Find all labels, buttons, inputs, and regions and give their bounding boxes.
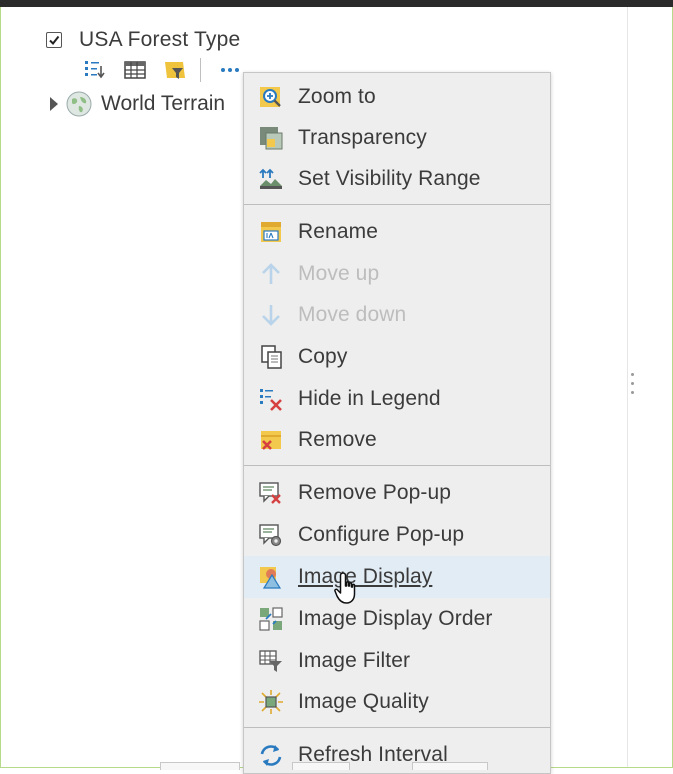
menu-item-copy[interactable]: Copy xyxy=(244,337,550,377)
layer-title[interactable]: USA Forest Type xyxy=(79,28,240,52)
menu-item-label: Move up xyxy=(298,262,380,285)
image-display-icon xyxy=(257,563,285,591)
menu-item-label: Hide in Legend xyxy=(298,387,441,410)
menu-item-label: Rename xyxy=(298,220,378,243)
globe-icon xyxy=(66,91,92,117)
filter-icon[interactable] xyxy=(162,57,188,83)
checkmark-icon xyxy=(49,35,60,46)
menu-item-label: Transparency xyxy=(298,126,427,149)
expand-arrow-icon[interactable] xyxy=(50,97,58,111)
menu-item-zoom-to[interactable]: Zoom to xyxy=(244,77,550,117)
copy-icon xyxy=(257,343,285,371)
menu-item-label: Copy xyxy=(298,345,348,368)
hand-cursor-icon xyxy=(334,572,356,604)
menu-item-move-down[interactable]: Move down xyxy=(244,295,550,335)
panel-divider xyxy=(627,7,628,767)
menu-item-label: Remove Pop-up xyxy=(298,481,452,504)
menu-item-set-visibility-range[interactable]: Set Visibility Range xyxy=(244,159,550,199)
menu-item-label: Image Display Order xyxy=(298,607,493,630)
menu-item-image-display[interactable]: Image Display xyxy=(244,556,550,598)
image-filter-icon xyxy=(257,647,285,675)
menu-item-remove[interactable]: Remove xyxy=(244,420,550,460)
menu-item-move-up[interactable]: Move up xyxy=(244,254,550,294)
resize-grip-icon[interactable] xyxy=(631,373,635,403)
menu-separator xyxy=(244,465,550,466)
table-icon[interactable] xyxy=(122,57,148,83)
menu-item-image-quality[interactable]: Image Quality xyxy=(244,682,550,722)
visibility-range-icon xyxy=(257,165,285,193)
menu-item-label: Image Quality xyxy=(298,690,429,713)
tool-separator xyxy=(200,58,201,82)
menu-item-label: Set Visibility Range xyxy=(298,167,481,190)
arrow-up-icon xyxy=(257,260,285,288)
arrow-down-icon xyxy=(257,301,285,329)
remove-popup-icon xyxy=(257,479,285,507)
menu-separator xyxy=(244,204,550,205)
image-display-order-icon xyxy=(257,605,285,633)
menu-item-label: Image Filter xyxy=(298,649,411,672)
rename-icon xyxy=(257,218,285,246)
menu-item-configure-popup[interactable]: Configure Pop-up xyxy=(244,515,550,555)
layer-item-world-terrain: World Terrain xyxy=(50,88,225,120)
menu-item-label: Configure Pop-up xyxy=(298,523,465,546)
layer-tools xyxy=(82,56,257,84)
menu-item-image-display-order[interactable]: Image Display Order xyxy=(244,599,550,639)
menu-item-rename[interactable]: Rename xyxy=(244,212,550,252)
menu-item-remove-popup[interactable]: Remove Pop-up xyxy=(244,473,550,513)
image-quality-icon xyxy=(257,688,285,716)
top-bar xyxy=(0,0,673,7)
menu-item-image-filter[interactable]: Image Filter xyxy=(244,641,550,681)
legend-icon[interactable] xyxy=(82,57,108,83)
layer-visibility-checkbox[interactable] xyxy=(46,32,62,48)
hide-legend-icon xyxy=(257,385,285,413)
zoom-to-icon xyxy=(257,83,285,111)
bottom-tab-strip xyxy=(120,762,550,770)
menu-item-label: Image Display xyxy=(298,565,433,588)
layer-title[interactable]: World Terrain xyxy=(101,92,225,116)
menu-item-label: Zoom to xyxy=(298,85,376,108)
configure-popup-icon xyxy=(257,521,285,549)
layer-context-menu: Zoom to Transparency Set Visibility Rang… xyxy=(243,72,551,774)
menu-item-hide-in-legend[interactable]: Hide in Legend xyxy=(244,379,550,419)
transparency-icon xyxy=(257,124,285,152)
menu-item-label: Move down xyxy=(298,303,407,326)
remove-icon xyxy=(257,426,285,454)
menu-item-label: Remove xyxy=(298,428,377,451)
more-options-icon[interactable] xyxy=(217,57,243,83)
menu-separator xyxy=(244,727,550,728)
menu-item-transparency[interactable]: Transparency xyxy=(244,118,550,158)
layer-item-usa-forest-type: USA Forest Type xyxy=(46,27,240,53)
